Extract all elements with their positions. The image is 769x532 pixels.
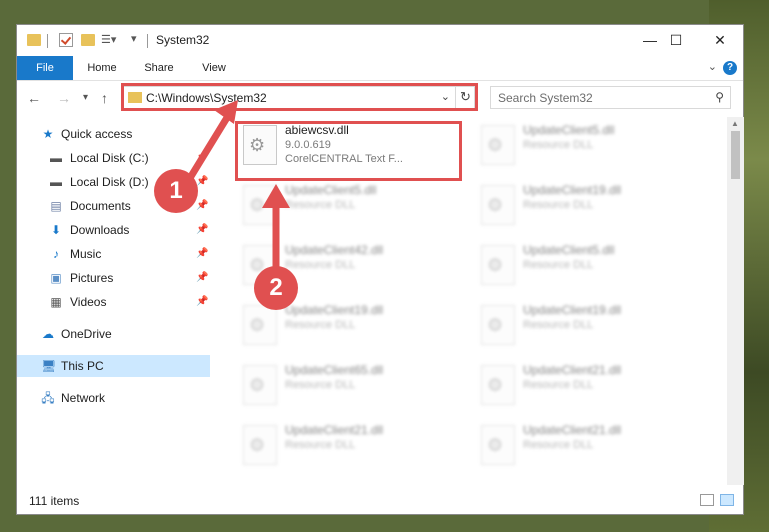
annotation-arrows (186, 100, 290, 276)
step-1-marker: 1 (154, 169, 198, 213)
step-2-marker: 2 (254, 266, 298, 310)
